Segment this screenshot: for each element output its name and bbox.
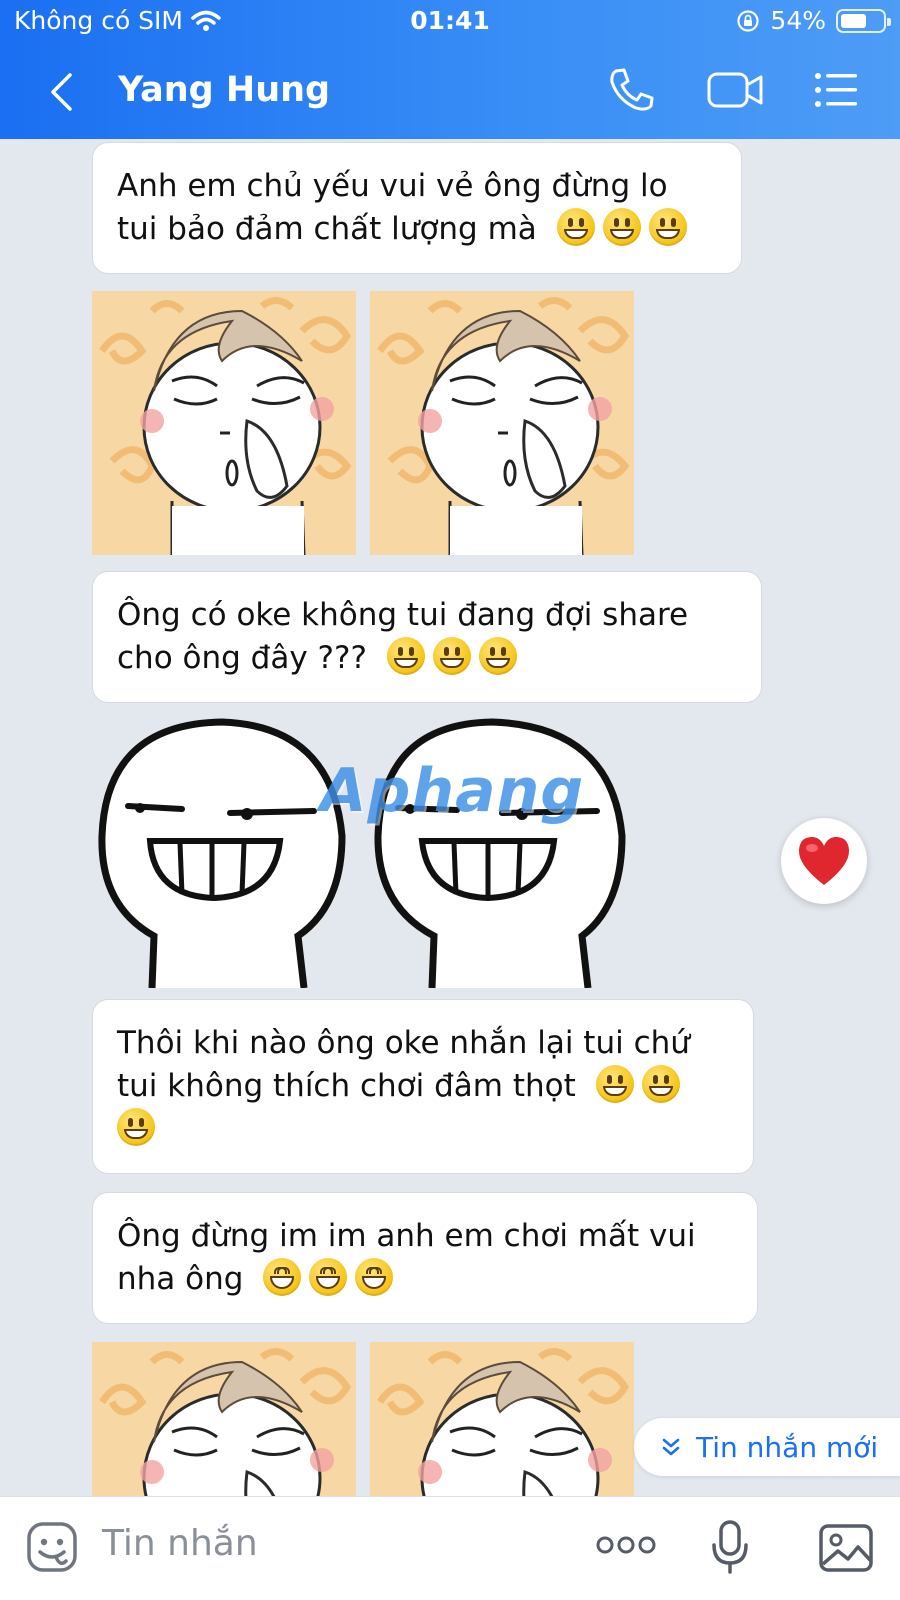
emoji-sticker-button[interactable]: [26, 1521, 78, 1579]
message-bubble[interactable]: Thôi khi nào ông oke nhắn lại tui chứ tu…: [92, 999, 754, 1174]
message-line: cho ông đây ???: [117, 640, 367, 676]
emoji-face-icon: [27, 1522, 77, 1572]
more-options-button[interactable]: [596, 1533, 656, 1561]
message-line: tui bảo đảm chất lượng mà: [117, 211, 537, 247]
message-input[interactable]: Tin nhắn: [102, 1523, 258, 1564]
battery-percent: 54%: [770, 6, 826, 35]
message-composer: Tin nhắn: [0, 1496, 900, 1600]
double-chevron-down-icon: [662, 1438, 680, 1456]
shy-sticker[interactable]: [92, 1342, 356, 1496]
grinning-emoji-icon: [263, 1258, 302, 1296]
battery-icon: [836, 8, 891, 33]
chevron-left-icon: [51, 73, 72, 111]
microphone-icon: [712, 1520, 748, 1574]
menu-button[interactable]: [812, 66, 868, 114]
smiley-emoji-icon: [602, 208, 641, 246]
list-menu-icon: [815, 73, 857, 107]
smiley-emoji-icon: [556, 208, 595, 246]
shy-sticker[interactable]: [370, 291, 634, 555]
chat-header: Không có SIM 01:41 54% Yang Hung: [0, 0, 900, 139]
voice-call-button[interactable]: [606, 66, 662, 114]
message-line: tui không thích chơi đâm thọt: [117, 1068, 576, 1104]
message-bubble[interactable]: Ông có oke không tui đang đợi share cho …: [92, 571, 762, 703]
message-bubble[interactable]: Ông đừng im im anh em chơi mất vui nha ô…: [92, 1192, 758, 1324]
voice-message-button[interactable]: [710, 1519, 750, 1579]
grinning-emoji-icon: [355, 1258, 394, 1296]
shy-character-sticker-icon: [92, 1342, 356, 1496]
smiley-emoji-icon: [117, 1108, 155, 1146]
message-bubble[interactable]: Anh em chủ yếu vui vẻ ông đừng lo tui bả…: [92, 142, 742, 274]
message-line: Thôi khi nào ông oke nhắn lại tui chứ: [117, 1025, 690, 1061]
smiley-emoji-icon: [432, 637, 471, 675]
smiley-emoji-icon: [386, 637, 425, 675]
back-button[interactable]: [44, 70, 84, 114]
grin-sticker[interactable]: Aphang: [92, 716, 652, 989]
shy-character-sticker-icon: [92, 291, 356, 555]
more-dots-icon: [596, 1536, 656, 1554]
new-messages-label: Tin nhắn mới: [696, 1430, 879, 1464]
message-line: Anh em chủ yếu vui vẻ ông đừng lo: [117, 168, 668, 204]
smiley-emoji-icon: [478, 637, 517, 675]
phone-icon: [610, 68, 654, 111]
new-messages-button[interactable]: Tin nhắn mới: [634, 1418, 900, 1476]
photo-button[interactable]: [818, 1523, 874, 1577]
video-call-button[interactable]: [706, 66, 766, 114]
smiley-emoji-icon: [595, 1065, 634, 1103]
shy-character-sticker-icon: [370, 291, 634, 555]
video-camera-icon: [707, 72, 763, 108]
grinning-emoji-icon: [309, 1258, 348, 1296]
smiley-emoji-icon: [641, 1065, 680, 1103]
message-line: nha ông: [117, 1261, 244, 1297]
rotation-lock-icon: [737, 9, 760, 32]
contact-name[interactable]: Yang Hung: [118, 70, 330, 110]
watermark-accent: [314, 758, 364, 820]
message-line: Ông có oke không tui đang đợi share: [117, 597, 689, 633]
smiley-emoji-icon: [648, 208, 687, 246]
heart-icon: [798, 837, 850, 885]
shy-sticker[interactable]: [92, 291, 356, 555]
image-gallery-icon: [819, 1524, 873, 1572]
message-line: Ông đừng im im anh em chơi mất vui: [117, 1218, 696, 1254]
shy-sticker[interactable]: [370, 1342, 634, 1496]
battery-status: 54%: [736, 6, 891, 35]
shy-character-sticker-icon: [370, 1342, 634, 1496]
heart-reaction-button[interactable]: [781, 818, 867, 904]
